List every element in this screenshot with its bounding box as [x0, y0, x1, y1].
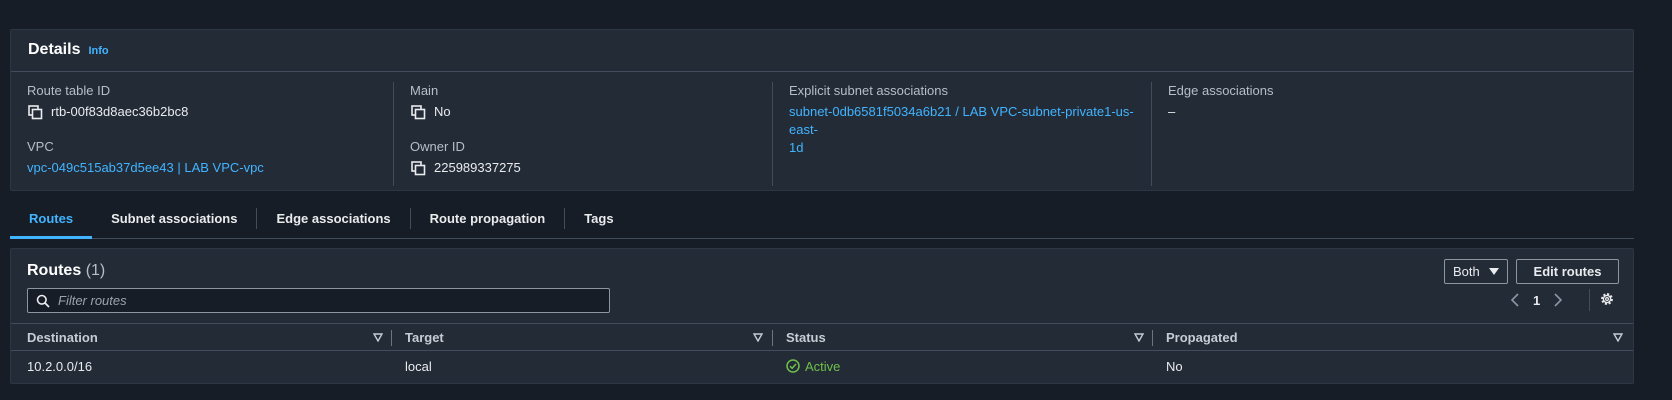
table-row: 10.2.0.0/16 local Active No [11, 351, 1633, 381]
owner-id-label: Owner ID [410, 139, 465, 154]
check-circle-icon [786, 359, 800, 373]
column-header-target-label: Target [405, 330, 444, 345]
owner-id-value: 225989337275 [434, 160, 521, 175]
cell-target: local [405, 358, 432, 374]
tab-edge-associations[interactable]: Edge associations [257, 199, 409, 238]
edge-associations-label: Edge associations [1168, 83, 1274, 98]
route-filter-select-value: Both [1453, 264, 1480, 279]
route-table-id-label: Route table ID [27, 83, 111, 98]
status-text: Active [805, 358, 841, 374]
routes-count: (1) [85, 262, 106, 279]
column-header-target[interactable]: Target [389, 324, 771, 351]
tab-routes[interactable]: Routes [10, 199, 93, 239]
details-column-1: Route table ID rtb-00f83d8aec36b2bc8 VPC… [11, 82, 391, 186]
pagination-divider [1589, 289, 1590, 311]
edge-associations-value: – [1168, 104, 1176, 119]
details-column-4: Edge associations – [1151, 82, 1631, 186]
column-header-destination[interactable]: Destination [11, 324, 391, 351]
explicit-subnet-associations-field: subnet-0db6581f5034a6b21 / LAB VPC-subne… [789, 103, 1152, 157]
routes-table-header: Destination Target Status Propagated [11, 323, 1633, 351]
vpc-label: VPC [27, 139, 54, 154]
main-field: No [410, 103, 772, 121]
details-header: Details Info [11, 30, 1633, 72]
tab-route-propagation[interactable]: Route propagation [411, 199, 565, 238]
subnet-link[interactable]: subnet-0db6581f5034a6b21 / LAB VPC-subne… [789, 103, 1152, 157]
chevron-left-icon[interactable] [1511, 293, 1519, 307]
explicit-subnet-associations-label: Explicit subnet associations [789, 83, 948, 98]
info-link[interactable]: Info [88, 45, 108, 57]
routes-title: Routes (1) [27, 262, 105, 280]
copy-icon[interactable] [410, 104, 426, 120]
routes-panel: Routes (1) Both Edit routes 1 [10, 248, 1634, 384]
sort-caret-down-icon[interactable] [373, 333, 383, 342]
route-table-id-value: rtb-00f83d8aec36b2bc8 [51, 104, 189, 119]
tab-subnet-associations[interactable]: Subnet associations [92, 199, 256, 238]
details-column-3: Explicit subnet associations subnet-0db6… [772, 82, 1152, 186]
routes-title-text: Routes [27, 262, 82, 279]
details-title: Details [28, 41, 81, 58]
tab-tags[interactable]: Tags [565, 199, 632, 238]
sort-caret-down-icon[interactable] [1613, 333, 1623, 342]
cell-propagated: No [1166, 358, 1183, 374]
cell-destination: 10.2.0.0/16 [27, 358, 93, 374]
caret-down-icon [1488, 267, 1499, 275]
cell-status: Active [770, 351, 840, 381]
sort-caret-down-icon[interactable] [1134, 333, 1144, 342]
copy-icon[interactable] [410, 160, 426, 176]
main-value: No [434, 104, 451, 119]
filter-routes-input[interactable] [58, 293, 598, 308]
edit-routes-button[interactable]: Edit routes [1516, 259, 1619, 284]
owner-id-field: 225989337275 [410, 159, 772, 177]
column-header-status[interactable]: Status [770, 324, 1152, 351]
route-filter-select[interactable]: Both [1444, 259, 1508, 284]
page-number[interactable]: 1 [1533, 293, 1540, 308]
column-header-propagated[interactable]: Propagated [1150, 324, 1631, 351]
pagination: 1 [1511, 290, 1563, 310]
details-panel: Details Info Route table ID rtb-00f83d8a… [10, 29, 1634, 191]
details-grid: Route table ID rtb-00f83d8aec36b2bc8 VPC… [11, 72, 1633, 191]
chevron-right-icon[interactable] [1554, 293, 1563, 307]
gear-icon[interactable] [1599, 291, 1615, 307]
route-table-id-field: rtb-00f83d8aec36b2bc8 [27, 103, 391, 121]
search-icon [36, 294, 50, 308]
vpc-link[interactable]: vpc-049c515ab37d5ee43 | LAB VPC-vpc [27, 159, 264, 177]
vpc-field: vpc-049c515ab37d5ee43 | LAB VPC-vpc [27, 159, 391, 177]
sort-caret-down-icon[interactable] [753, 333, 763, 342]
details-column-2: Main No Owner ID 225989337275 [393, 82, 772, 186]
subnet-link-line-2: 1d [789, 140, 804, 155]
subnet-link-line-1: subnet-0db6581f5034a6b21 / LAB VPC-subne… [789, 104, 1134, 137]
tab-bar: Routes Subnet associations Edge associat… [10, 199, 1634, 239]
column-header-propagated-label: Propagated [1166, 330, 1238, 345]
column-header-destination-label: Destination [27, 330, 98, 345]
copy-icon[interactable] [27, 104, 43, 120]
page-scrollbar[interactable] [1632, 0, 1672, 400]
column-header-status-label: Status [786, 330, 826, 345]
main-label: Main [410, 83, 439, 98]
filter-routes [27, 288, 610, 313]
